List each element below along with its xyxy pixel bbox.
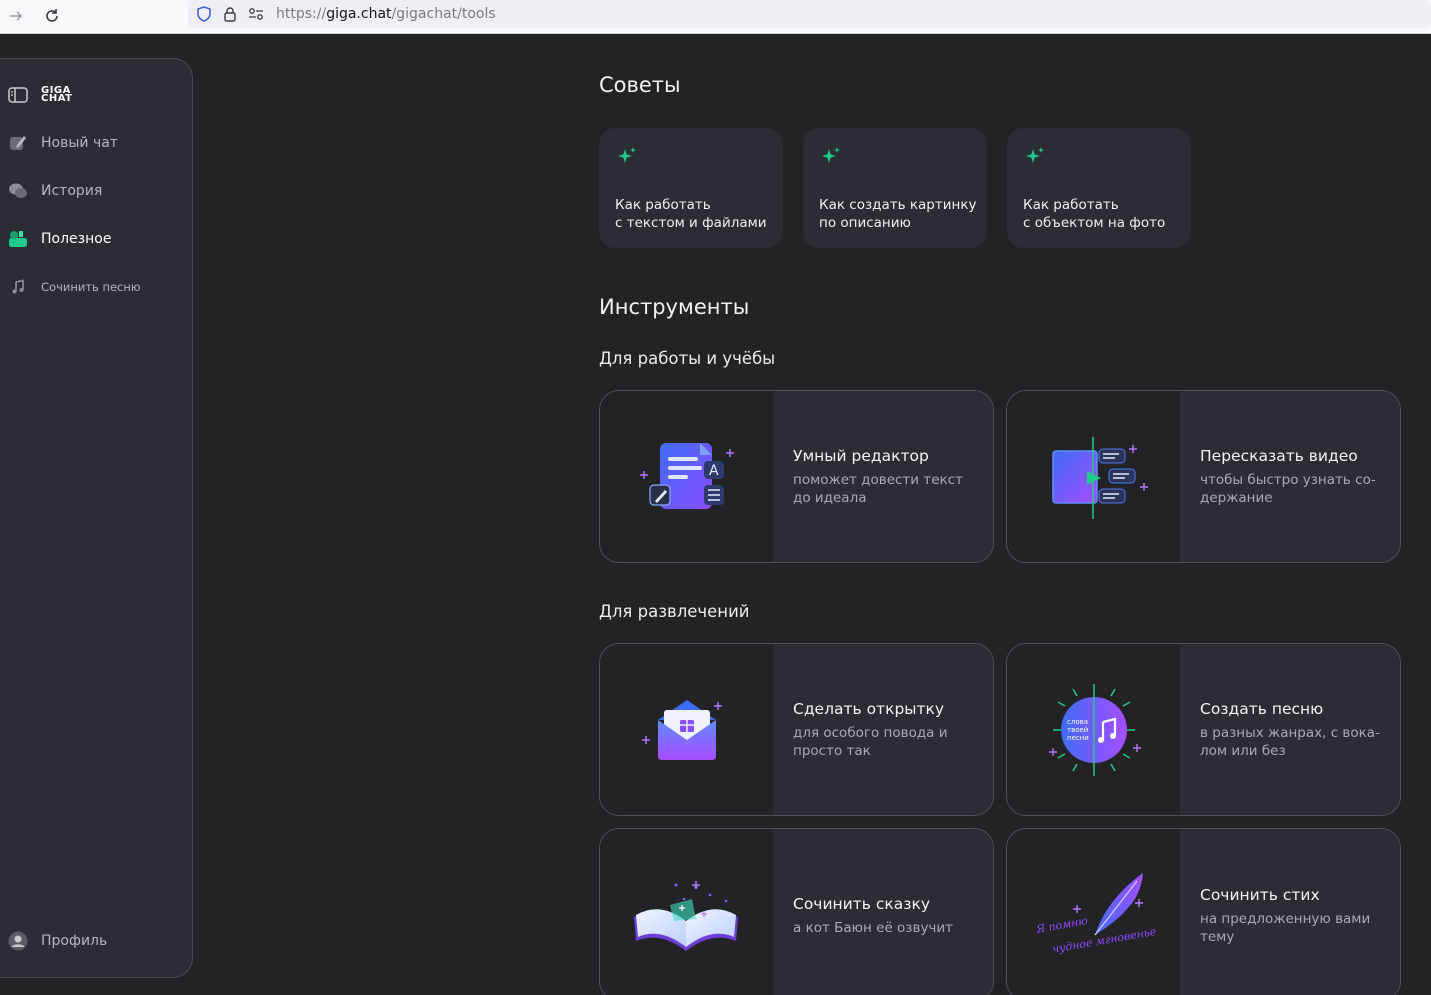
- sidebar-item-label: Профиль: [41, 933, 108, 949]
- tool-card-smart-editor[interactable]: A Умный редактор поможет довести текст д…: [599, 390, 994, 563]
- forward-icon[interactable]: [3, 3, 29, 29]
- tool-description: поможет довести текст до идеала: [793, 472, 963, 506]
- tip-card-text-files[interactable]: Как работать с текстом и файлами: [599, 128, 783, 248]
- song-illustration: слова твоей песни: [1007, 644, 1180, 815]
- tool-description: на предложенную вами тему: [1200, 911, 1371, 945]
- tools-icon: [7, 228, 29, 250]
- address-bar[interactable]: https://giga.chat/gigachat/tools: [188, 0, 1431, 28]
- sidebar-item-profile[interactable]: Профиль: [7, 927, 107, 955]
- avatar-icon: [7, 930, 29, 952]
- tool-card-postcard[interactable]: Сделать открытку для особого повода и пр…: [599, 643, 994, 816]
- poem-art-line: Я помню: [1034, 914, 1089, 936]
- smart-editor-illustration: A: [600, 391, 773, 562]
- shield-icon[interactable]: [194, 4, 214, 24]
- reload-icon[interactable]: [39, 3, 65, 29]
- tip-line: Как работать: [1023, 197, 1119, 213]
- sidebar: GIGA CHAT Новый чат История Полезное Сочи…: [0, 58, 193, 978]
- tool-name: Сочинить стих: [1200, 886, 1320, 904]
- music-note-icon: [7, 276, 29, 298]
- tool-description: чтобы быстро узнать со­держание: [1200, 472, 1376, 506]
- tool-description: а кот Баюн её озвучит: [793, 920, 954, 936]
- svg-text:A: A: [709, 463, 719, 479]
- pencil-icon: [7, 132, 29, 154]
- tools-title: Инструменты: [599, 295, 750, 319]
- sidebar-item-useful[interactable]: Полезное: [7, 225, 111, 253]
- sidebar-header: GIGA CHAT: [7, 81, 73, 109]
- song-art-word: слова: [1067, 718, 1088, 726]
- sidebar-item-label: Новый чат: [41, 135, 118, 151]
- sparkle-icon: [821, 146, 841, 170]
- lock-icon[interactable]: [220, 4, 240, 24]
- tool-card-create-song[interactable]: слова твоей песни Создать песню в разных…: [1006, 643, 1401, 816]
- browser-toolbar: https://giga.chat/gigachat/tools: [0, 0, 1431, 34]
- url-text: https://giga.chat/gigachat/tools: [276, 6, 496, 22]
- tool-card-summarize-video[interactable]: Пересказать видео чтобы быстро узнать со…: [1006, 390, 1401, 563]
- tool-name: Создать песню: [1200, 700, 1324, 718]
- tool-name: Сделать открытку: [793, 700, 945, 718]
- song-art-word: твоей: [1067, 726, 1088, 734]
- postcard-illustration: [600, 644, 773, 815]
- sparkle-icon: [617, 146, 637, 170]
- sidebar-item-label: Полезное: [41, 231, 112, 247]
- permissions-icon[interactable]: [246, 4, 266, 24]
- song-art-word: песни: [1067, 734, 1089, 742]
- gigachat-logo[interactable]: GIGA CHAT: [41, 86, 73, 104]
- tool-description: для особого повода и просто так: [793, 725, 948, 759]
- sidebar-item-new-chat[interactable]: Новый чат: [7, 129, 118, 157]
- tool-name: Пересказать видео: [1200, 447, 1358, 465]
- tool-description: в разных жанрах, с вока­лом или без: [1200, 725, 1380, 759]
- sidebar-toggle-icon[interactable]: [7, 84, 29, 106]
- tips-title: Советы: [599, 73, 681, 97]
- sidebar-item-label: Сочинить песню: [41, 280, 141, 294]
- tip-card-create-image[interactable]: Как создать картинку по описанию: [803, 128, 987, 248]
- sidebar-item-label: История: [41, 183, 103, 199]
- tip-line: с объектом на фото: [1023, 215, 1166, 231]
- sparkle-icon: [1025, 146, 1045, 170]
- tool-card-fairy-tale[interactable]: Сочинить сказку а кот Баюн её озвучит: [599, 828, 994, 995]
- tool-name: Сочинить сказку: [793, 895, 930, 913]
- chat-bubbles-icon: [7, 180, 29, 202]
- poem-quill-illustration: Я помню чудное мгновенье: [1007, 829, 1180, 995]
- sidebar-item-compose-song[interactable]: Сочинить песню: [7, 273, 141, 301]
- tip-line: Как создать картинку: [819, 197, 977, 213]
- tool-name: Умный редактор: [793, 447, 929, 465]
- tip-line: Как работать: [615, 197, 711, 213]
- tip-line: с текстом и файлами: [615, 215, 767, 231]
- sidebar-item-history[interactable]: История: [7, 177, 102, 205]
- fairy-tale-book-illustration: [600, 829, 773, 995]
- tip-card-photo-object[interactable]: Как работать с объектом на фото: [1007, 128, 1191, 248]
- video-summary-illustration: [1007, 391, 1180, 562]
- tip-line: по описанию: [819, 215, 911, 231]
- tool-card-poem[interactable]: Я помню чудное мгновенье Сочинить стих н…: [1006, 828, 1401, 995]
- work-section-title: Для работы и учёбы: [599, 349, 776, 368]
- fun-section-title: Для развлечений: [599, 602, 750, 621]
